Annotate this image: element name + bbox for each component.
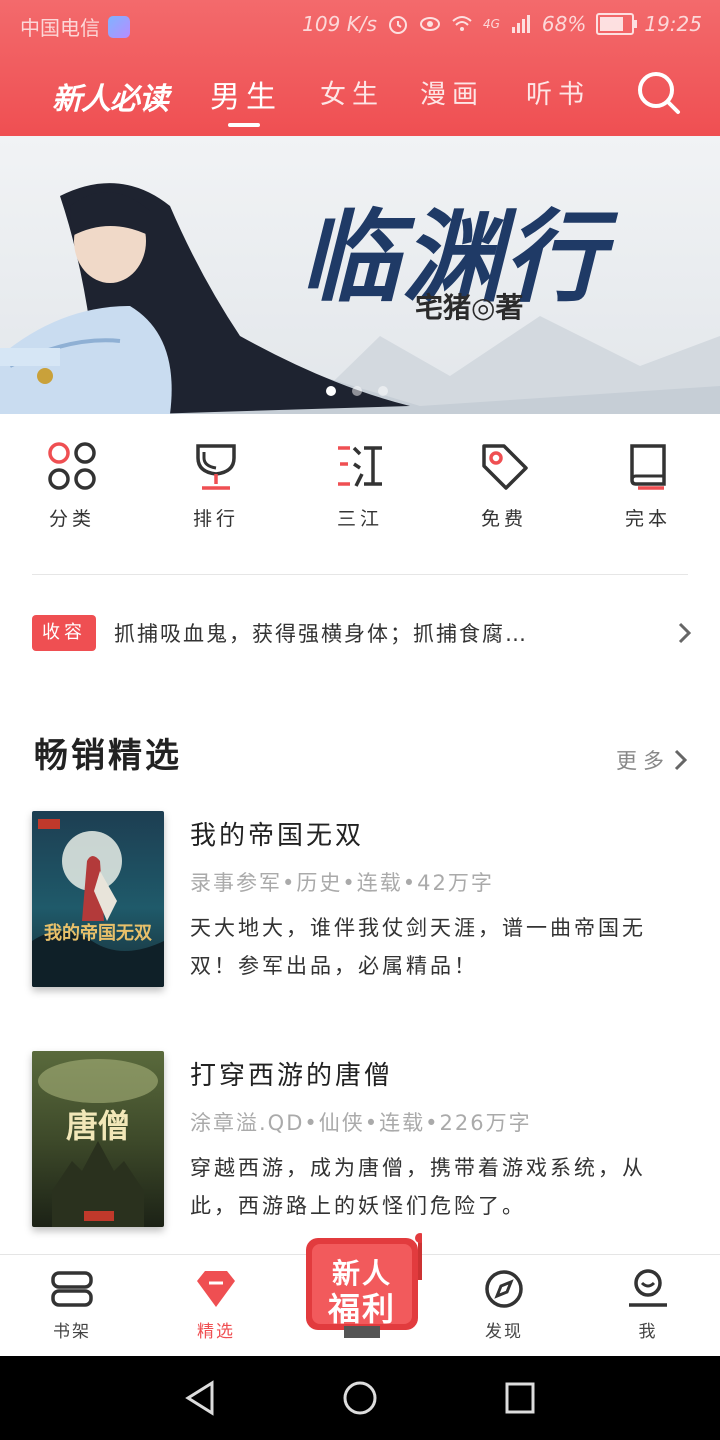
compass-icon [485,1270,523,1308]
more-link[interactable]: 更多 [616,745,688,775]
category-label: 免费 [480,508,527,530]
diamond-icon [197,1271,235,1307]
tab-label: 我 [638,1322,658,1342]
notice-bar[interactable]: 收容 抓捕吸血鬼，获得强横身体；抓捕食腐… [32,614,692,654]
promo-line2: 福利 [327,1290,396,1328]
category-row: 分类 排行 三江 免费 完本 [0,440,720,550]
cover-art [32,819,164,987]
bookshelf-icon [51,1271,93,1307]
recents-icon[interactable] [504,1380,536,1416]
battery-icon [596,13,638,35]
battery-percent: 68% [541,12,587,36]
network-speed: 109 K/s [302,12,377,36]
cover-title: 我的帝国无双 [44,923,152,944]
carousel-dot-active [326,386,336,396]
trophy-icon [196,444,236,490]
alarm-icon [388,16,407,34]
tab-female[interactable]: 女生 [320,74,384,111]
book-item[interactable]: 我的帝国无双 我的帝国无双 录事参军•历史•连载•42万字 天大地大，谁伴我仗剑… [32,811,692,991]
book-meta: 录事参军•历史•连载•42万字 [190,871,494,895]
search-icon[interactable] [634,68,682,116]
carrier-app-icon [108,15,130,38]
category-label: 三江 [336,508,383,530]
cover-title: 唐僧 [65,1107,130,1145]
book-item[interactable]: 唐僧 打穿西游的唐僧 涂章溢.QD•仙侠•连载•226万字 穿越西游，成为唐僧，… [32,1051,692,1231]
signal-icon [511,15,530,33]
tab-bookshelf[interactable]: 书架 [22,1269,122,1342]
system-navigation-bar [0,1356,720,1440]
tab-label: 精选 [197,1322,235,1342]
wifi-icon [452,16,472,31]
tab-label: 书架 [53,1322,91,1342]
tab-discover[interactable]: 发现 [454,1269,554,1342]
book-meta: 涂章溢.QD•仙侠•连载•226万字 [190,1111,532,1135]
back-icon[interactable] [184,1380,216,1416]
category-label: 分类 [48,508,95,530]
category-sanjiang[interactable]: 三江 [310,440,410,531]
user-icon [629,1269,667,1307]
section-title: 畅销精选 [34,736,182,776]
clock: 19:25 [644,12,702,36]
book-description: 穿越西游，成为唐僧，携带着游戏系统，从此，西游路上的妖怪们危险了。 [190,1156,646,1218]
home-icon[interactable] [342,1380,378,1416]
active-tab-indicator [228,123,260,127]
carousel-dot [352,386,362,396]
book-icon [630,444,666,490]
status-bar: 中国电信 109 K/s 4G 68% 19:25 [0,0,720,50]
tab-featured[interactable]: 精选 [166,1269,266,1342]
category-label: 排行 [192,508,239,530]
category-free[interactable]: 免费 [454,440,554,531]
network-type: 4G [482,17,500,31]
tab-comics[interactable]: 漫画 [420,74,484,111]
more-label: 更多 [616,749,670,773]
notice-badge: 收容 [32,615,96,651]
tag-icon [482,444,528,490]
eye-icon [419,17,440,31]
tab-audiobooks[interactable]: 听书 [526,74,590,111]
category-completed[interactable]: 完本 [598,440,698,531]
category-ranking[interactable]: 排行 [166,440,266,531]
newbie-welfare-button[interactable]: 新人 福利 [302,1230,425,1340]
chevron-right-icon [674,749,688,771]
tab-male[interactable]: 男生 [210,72,282,116]
app-logo[interactable]: 新人必读 [52,74,169,118]
promo-banner[interactable]: 临渊行 宅猪◎著 [0,136,720,414]
top-navigation: 新人必读 男生 女生 漫画 听书 [0,60,720,130]
book-title: 打穿西游的唐僧 [190,1061,394,1091]
category-label: 完本 [624,508,671,530]
divider [32,574,688,575]
chevron-right-icon [678,622,692,644]
category-grid-icon [48,442,96,490]
carrier-label: 中国电信 [20,16,100,40]
book-description: 天大地大，谁伴我仗剑天涯，谱一曲帝国无双！参军出品，必属精品！ [190,916,646,978]
tab-me[interactable]: 我 [598,1269,698,1342]
category-classify[interactable]: 分类 [22,440,122,531]
carousel-dot [378,386,388,396]
notice-text: 抓捕吸血鬼，获得强横身体；抓捕食腐… [114,622,528,646]
tab-label: 发现 [485,1322,523,1342]
book-cover: 唐僧 [32,1051,164,1227]
sanjiang-icon [338,446,382,487]
banner-author: 宅猪◎著 [415,291,524,324]
book-cover: 我的帝国无双 [32,811,164,987]
app-header: 中国电信 109 K/s 4G 68% 19:25 新人必读 男生 女生 漫画 … [0,0,720,136]
book-title: 我的帝国无双 [190,821,365,851]
